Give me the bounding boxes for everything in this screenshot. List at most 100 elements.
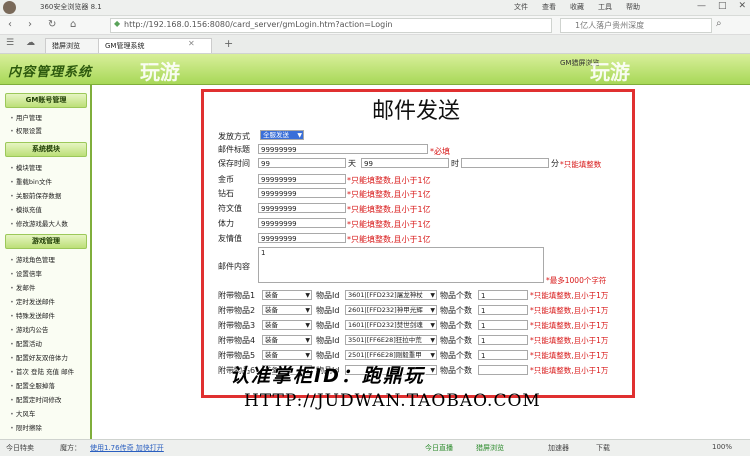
days-input[interactable]: 99 [258,158,346,168]
status-bar: 今日特卖 魔方： 使用1.76传奇 加快打开 今日直播 猎屏浏览 加速器 下载 … [0,439,750,456]
tab-close-icon[interactable]: ✕ [188,39,195,48]
sidebar-item-save-data[interactable]: 关服前保存数据 [10,190,62,200]
sidebar-item-max-players[interactable]: 修改游戏最大人数 [10,218,68,228]
forward-icon[interactable]: › [28,19,32,30]
subject-label: 邮件标题 [218,145,250,154]
tab-gm-system[interactable]: GM管理系统 [98,38,212,53]
chevron-down-icon: ▼ [305,322,310,329]
attachment-count-input[interactable]: 1 [478,290,528,300]
attachment-count-input[interactable]: 1 [478,350,528,360]
avatar[interactable] [3,1,16,14]
home-icon[interactable]: ⌂ [70,19,76,30]
screen-browse-link[interactable]: 猎屏浏览 [476,443,504,453]
attachment-item-select[interactable]: 2501|[FF6E28]刚毅重甲 ▼ [345,350,437,360]
friendship-input[interactable]: 99999999 [258,233,346,243]
shield-icon: ◆ [114,19,121,28]
sidebar-section-gm-account[interactable]: GM账号管理 [5,93,87,108]
sidebar-item-permissions[interactable]: 权限设置 [10,125,42,135]
hours-input[interactable]: 99 [361,158,449,168]
attachment-count-input[interactable]: 1 [478,335,528,345]
sidebar-item-events[interactable]: 配置活动 [10,338,42,348]
back-icon[interactable]: ‹ [8,19,12,30]
minutes-input[interactable] [461,158,549,168]
accelerator-button[interactable]: 加速器 [548,443,569,453]
attachment-item-select[interactable]: 2601|[FFD232]神甲光辉 ▼ [345,305,437,315]
attachment-note: *只能填整数,且小于1万 [530,366,609,375]
sidebar-item-roles[interactable]: 游戏角色管理 [10,254,55,264]
menu-view[interactable]: 查看 [542,3,556,11]
attachment-type-select[interactable]: 装备 ▼ [262,290,312,300]
zoom-level[interactable]: 100% [712,443,732,451]
address-text[interactable]: http://192.168.0.156:8080/card_server/gm… [124,20,392,29]
sidebar-item-double-stamina[interactable]: 配置好友双倍体力 [10,352,68,362]
gold-input[interactable]: 99999999 [258,174,346,184]
chevron-down-icon: ▼ [305,352,310,359]
sidebar-toggle-icon[interactable]: ☰ [6,38,14,48]
attachment-count-label: 物品个数 [440,321,472,330]
attachment-item-select[interactable]: 3501|[FF6E28]狂拉中荒 ▼ [345,335,437,345]
attachment-type-select[interactable]: 装备 ▼ [262,320,312,330]
attachment-count-input[interactable]: 1 [478,320,528,330]
maximize-icon[interactable]: □ [718,1,727,11]
sidebar-item-sim-recharge[interactable]: 模拟充值 [10,204,42,214]
app-header: 内容管理系统 GM猎屏浏览 玩游 玩游 [0,54,750,85]
form-title: 邮件发送 [371,99,460,124]
attachment-label: 附带物品2 [218,306,256,315]
sidebar-item-first-login-mail[interactable]: 首次 登陆 充值 邮件 [10,366,74,376]
chevron-down-icon: ▼ [430,367,435,374]
menu-help[interactable]: 帮助 [626,3,640,11]
sidebar-section-system[interactable]: 系统模块 [5,142,87,157]
subject-input[interactable]: 99999999 [258,144,428,154]
page-title: 内容管理系统 [8,65,93,80]
today-sale-link[interactable]: 今日特卖 [6,443,34,453]
sidebar-item-special-mail[interactable]: 特殊发送邮件 [10,310,55,320]
sidebar-item-timed-modify[interactable]: 配置定时间修改 [10,394,62,404]
attachment-label: 附带物品1 [218,291,256,300]
sidebar-item-announcement[interactable]: 游戏内公告 [10,324,49,334]
sidebar-item-windmill[interactable]: 大风车 [10,408,36,418]
chevron-down-icon: ▼ [305,292,310,299]
stamina-input[interactable]: 99999999 [258,218,346,228]
sidebar-item-timed-mail[interactable]: 定时发送邮件 [10,296,55,306]
sidebar-item-send-mail[interactable]: 发邮件 [10,282,36,292]
attachment-type-select[interactable]: 装备 ▼ [262,335,312,345]
status-link[interactable]: 使用1.76传奇 加快打开 [90,443,164,453]
diamond-input[interactable]: 99999999 [258,188,346,198]
app-title: 360安全浏览器 8.1 [40,3,102,11]
attachment-type-select[interactable]: 装备 ▼ [262,305,312,315]
content-textarea[interactable]: 1 [258,247,544,283]
cloud-icon[interactable]: ☁ [26,38,35,48]
attachment-note: *只能填整数,且小于1万 [530,321,609,330]
new-tab-button[interactable]: + [224,37,233,50]
sidebar-item-reload-bin[interactable]: 重载bin文件 [10,176,52,186]
attachment-item-select[interactable]: 1601|[FFD232]焚世剑魂 ▼ [345,320,437,330]
send-mode-label: 发放方式 [218,132,250,141]
search-text[interactable]: 1亿人落户贵州深度 [575,20,644,31]
menu-tools[interactable]: 工具 [598,3,612,11]
send-mode-select[interactable]: 全服发送 ▼ [260,130,304,140]
rune-input[interactable]: 99999999 [258,203,346,213]
attachment-note: *只能填整数,且小于1万 [530,336,609,345]
sidebar-item-rate[interactable]: 设置倍率 [10,268,42,278]
refresh-icon[interactable]: ↻ [48,19,56,30]
sidebar-item-modules[interactable]: 模块管理 [10,162,42,172]
attachment-type-select[interactable]: 装备 ▼ [262,350,312,360]
sidebar-item-user-manage[interactable]: 用户管理 [10,112,42,122]
sidebar-item-global-drop[interactable]: 配置全服掉落 [10,380,55,390]
chevron-down-icon: ▼ [430,322,435,329]
sidebar-section-game[interactable]: 游戏管理 [5,234,87,249]
attachment-count-input[interactable]: 1 [478,305,528,315]
attachment-item-select[interactable]: 3601|[FFD232]屠龙神杖 ▼ [345,290,437,300]
minimize-icon[interactable]: — [697,1,706,11]
menu-favorites[interactable]: 收藏 [570,3,584,11]
live-link[interactable]: 今日直播 [425,443,453,453]
rune-label: 符文值 [218,204,242,213]
search-icon[interactable]: ⌕ [716,18,722,29]
magic-cube-label: 魔方： [60,444,81,452]
close-icon[interactable]: ✕ [738,1,746,11]
download-button[interactable]: 下载 [596,443,610,453]
sidebar-item-limited-erase[interactable]: 限时擦除 [10,422,42,432]
chevron-down-icon: ▼ [430,352,435,359]
menu-file[interactable]: 文件 [514,3,528,11]
attachment-count-input[interactable] [478,365,528,375]
